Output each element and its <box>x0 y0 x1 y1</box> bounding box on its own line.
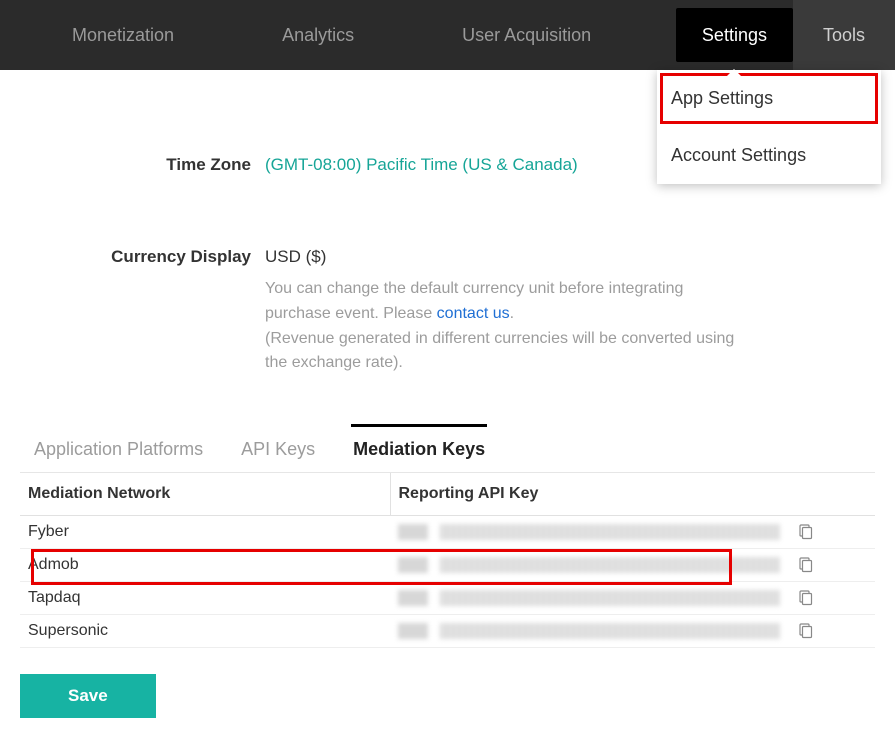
subtabs: Application Platforms API Keys Mediation… <box>20 424 875 473</box>
currency-row: Currency Display USD ($) You can change … <box>20 247 875 376</box>
nav-monetization[interactable]: Monetization <box>48 0 198 70</box>
column-reporting-api-key: Reporting API Key <box>390 473 875 516</box>
nav-user-acquisition[interactable]: User Acquisition <box>438 0 615 70</box>
network-name: Admob <box>20 549 390 582</box>
currency-note-text-2: (Revenue generated in different currenci… <box>265 330 734 372</box>
tab-application-platforms[interactable]: Application Platforms <box>32 424 205 472</box>
currency-note-text-1b: . <box>510 305 514 322</box>
table-row: Tapdaq <box>20 582 875 615</box>
tab-mediation-keys[interactable]: Mediation Keys <box>351 424 487 472</box>
api-key-blurred <box>440 623 780 639</box>
api-key-blurred <box>440 557 780 573</box>
nav-right-group: Settings Tools <box>676 0 895 70</box>
dropdown-caret-icon <box>725 69 743 78</box>
currency-note: You can change the default currency unit… <box>265 277 740 376</box>
mediation-table-wrap: Mediation Network Reporting API Key Fybe… <box>20 473 875 648</box>
copy-icon[interactable] <box>797 623 813 639</box>
table-row: Admob <box>20 549 875 582</box>
content-area: Time Zone (GMT-08:00) Pacific Time (US &… <box>0 155 895 748</box>
save-button[interactable]: Save <box>20 674 156 718</box>
api-key-prefix-blurred <box>398 590 428 606</box>
table-row: Fyber <box>20 516 875 549</box>
nav-settings[interactable]: Settings <box>676 8 793 62</box>
timezone-label: Time Zone <box>20 155 265 175</box>
api-key-prefix-blurred <box>398 557 428 573</box>
api-key-blurred <box>440 524 780 540</box>
api-key-prefix-blurred <box>398 623 428 639</box>
top-navigation: Monetization Analytics User Acquisition … <box>0 0 895 70</box>
copy-icon[interactable] <box>797 590 813 606</box>
api-key-prefix-blurred <box>398 524 428 540</box>
copy-icon[interactable] <box>797 557 813 573</box>
api-key-blurred <box>440 590 780 606</box>
currency-label: Currency Display <box>20 247 265 267</box>
timezone-value[interactable]: (GMT-08:00) Pacific Time (US & Canada) <box>265 155 578 174</box>
column-mediation-network: Mediation Network <box>20 473 390 516</box>
nav-analytics[interactable]: Analytics <box>258 0 378 70</box>
dropdown-account-settings[interactable]: Account Settings <box>657 127 881 184</box>
currency-value: USD ($) <box>265 247 875 267</box>
network-name: Fyber <box>20 516 390 549</box>
table-row: Supersonic <box>20 615 875 648</box>
settings-dropdown: App Settings Account Settings <box>657 70 881 184</box>
nav-tools[interactable]: Tools <box>793 0 895 70</box>
copy-icon[interactable] <box>797 524 813 540</box>
mediation-table: Mediation Network Reporting API Key Fybe… <box>20 473 875 648</box>
contact-us-link[interactable]: contact us <box>437 305 510 322</box>
dropdown-app-settings[interactable]: App Settings <box>657 70 881 127</box>
network-name: Tapdaq <box>20 582 390 615</box>
tab-api-keys[interactable]: API Keys <box>239 424 317 472</box>
network-name: Supersonic <box>20 615 390 648</box>
nav-settings-label: Settings <box>702 25 767 46</box>
